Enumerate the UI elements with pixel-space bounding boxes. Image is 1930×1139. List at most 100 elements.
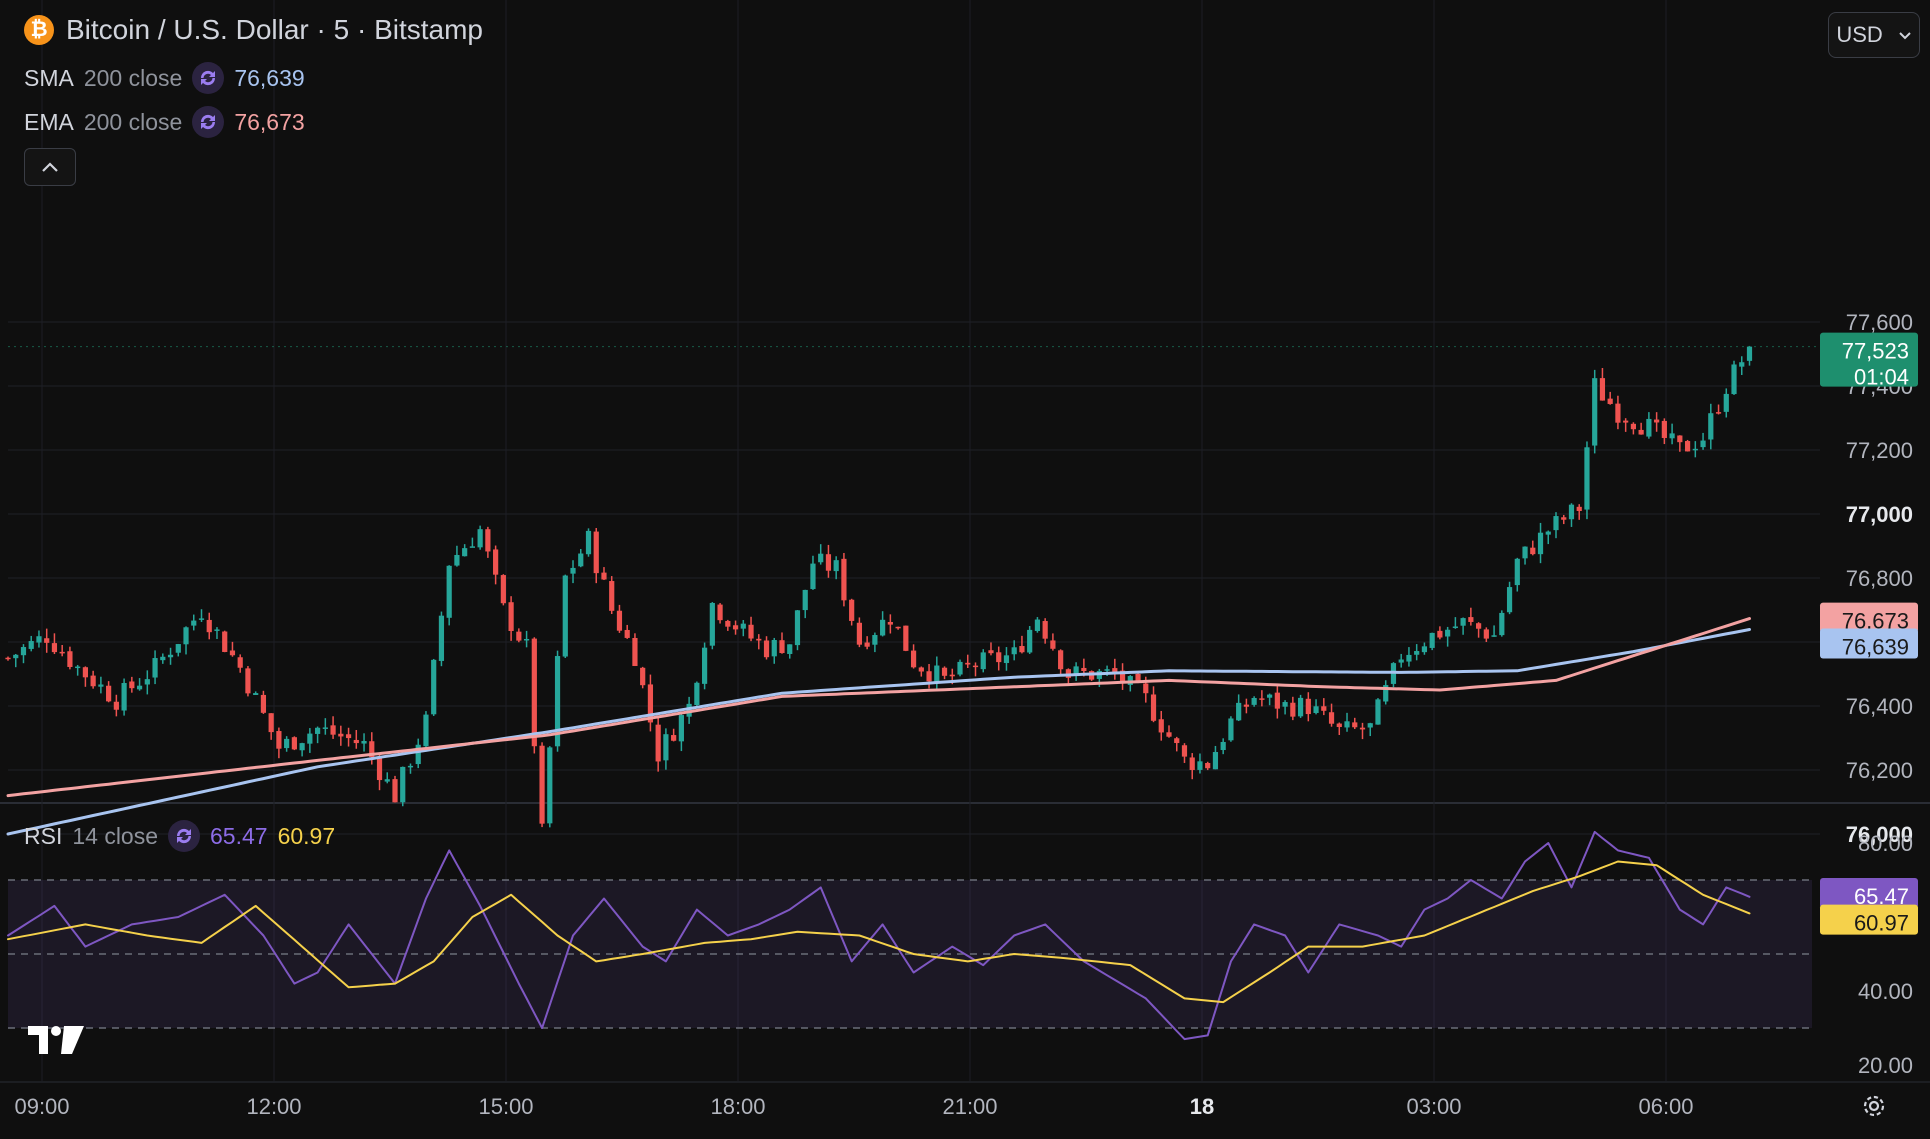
time-tick-label: 18 <box>1190 1094 1214 1119</box>
rsi-tick-label: 40.00 <box>1858 979 1913 1004</box>
candle-body <box>206 619 212 633</box>
candle-body <box>539 745 545 824</box>
candle-body <box>36 636 42 643</box>
candle-body <box>1166 732 1172 737</box>
candle-body <box>1677 435 1683 443</box>
candle-body <box>438 615 445 661</box>
collapse-legend-button[interactable] <box>24 148 76 186</box>
candle-body <box>1553 516 1559 531</box>
candle-body <box>1174 738 1180 744</box>
rsi-tick-label: 80.00 <box>1858 831 1913 856</box>
bitcoin-icon: ₿ <box>24 15 54 45</box>
symbol-header[interactable]: ₿ Bitcoin / U.S. Dollar · 5 · Bitstamp <box>24 14 483 46</box>
candle-body <box>1197 761 1203 770</box>
candle-body <box>918 667 924 672</box>
legend-sma[interactable]: SMA 200 close 76,639 <box>24 62 305 94</box>
candle-body <box>315 727 321 734</box>
candle-body <box>1506 587 1513 613</box>
time-tick-label: 06:00 <box>1638 1094 1693 1119</box>
candle-body <box>1576 506 1582 512</box>
currency-label: USD <box>1836 22 1883 47</box>
candle-body <box>1336 723 1342 728</box>
time-tick-label: 15:00 <box>478 1094 533 1119</box>
candle-body <box>880 619 886 636</box>
cycle-icon[interactable] <box>192 106 225 138</box>
candle-body <box>1715 412 1722 414</box>
candle-body <box>1313 706 1319 714</box>
candle-body <box>1638 429 1644 435</box>
candle-body <box>531 638 537 747</box>
candle-body <box>1205 763 1211 769</box>
candle-body <box>98 684 104 687</box>
candle-body <box>1274 692 1280 709</box>
candle-body <box>307 733 313 744</box>
candle-body <box>144 679 150 685</box>
candle-body <box>1476 623 1482 629</box>
candle-body <box>655 724 661 762</box>
candle-body <box>818 553 824 563</box>
last-price-tag-text: 77,523 <box>1842 339 1909 364</box>
candle-body <box>1545 531 1551 535</box>
gear-icon[interactable] <box>1858 1090 1890 1122</box>
sma-value: 76,639 <box>234 64 305 91</box>
currency-select[interactable]: USD <box>1828 12 1920 58</box>
candle-body <box>1367 723 1373 728</box>
candle-body <box>980 652 986 670</box>
candle-body <box>1623 420 1629 423</box>
candle-body <box>44 638 50 643</box>
candle-body <box>1522 546 1528 559</box>
symbol-title[interactable]: Bitcoin / U.S. Dollar · 5 · Bitstamp <box>66 14 483 46</box>
legend-rsi[interactable]: RSI 14 close 65.47 60.97 <box>24 820 335 852</box>
candle-body <box>1019 646 1025 653</box>
candle-body <box>903 625 909 651</box>
candle-body <box>198 618 205 620</box>
candle-body <box>926 671 932 682</box>
candle-body <box>1282 702 1288 707</box>
chart-canvas[interactable]: 77,60077,40077,20077,00076,80076,60076,4… <box>0 0 1930 1134</box>
candle-body <box>1692 448 1698 451</box>
candle-body <box>1081 667 1087 672</box>
candle-body <box>1437 630 1443 638</box>
candle-body <box>895 626 901 629</box>
rsi-band <box>8 879 1812 1029</box>
tradingview-logo-icon[interactable] <box>28 1026 84 1061</box>
candle-body <box>1243 704 1249 707</box>
candle-body <box>632 637 638 666</box>
candle-body <box>1189 757 1195 770</box>
candle-body <box>1104 669 1110 671</box>
candle-body <box>748 624 754 639</box>
candle-body <box>299 743 305 751</box>
candle-body <box>856 622 862 645</box>
candle-body <box>1212 752 1219 770</box>
candle-body <box>477 529 483 548</box>
candle-body <box>423 714 429 747</box>
candle-body <box>229 650 236 656</box>
candle-body <box>1150 694 1157 721</box>
legend-ema[interactable]: EMA 200 close 76,673 <box>24 106 305 138</box>
chevron-up-icon <box>42 162 58 172</box>
candlestick-series <box>5 345 1753 828</box>
candle-body <box>276 731 282 749</box>
candle-body <box>585 530 592 555</box>
candle-body <box>516 631 522 641</box>
candle-body <box>678 715 684 742</box>
candle-body <box>160 656 166 661</box>
candle-body <box>129 681 135 689</box>
candle-body <box>887 621 893 625</box>
candle-body <box>1344 721 1350 728</box>
candle-body <box>1143 683 1149 694</box>
chart-stage[interactable]: 77,60077,40077,20077,00076,80076,60076,4… <box>0 0 1930 1134</box>
cycle-icon[interactable] <box>192 62 225 94</box>
candle-body <box>1592 378 1598 446</box>
candle-body <box>1421 646 1428 653</box>
candle-body <box>392 779 398 803</box>
cycle-icon[interactable] <box>168 820 201 852</box>
candle-body <box>20 647 27 656</box>
price-tick-label: 76,800 <box>1846 566 1913 591</box>
candle-body <box>1700 440 1706 448</box>
candle-body <box>214 629 220 631</box>
candle-body <box>825 554 832 571</box>
candle-body <box>253 693 259 695</box>
candle-body <box>1483 629 1489 639</box>
candle-body <box>400 766 406 803</box>
